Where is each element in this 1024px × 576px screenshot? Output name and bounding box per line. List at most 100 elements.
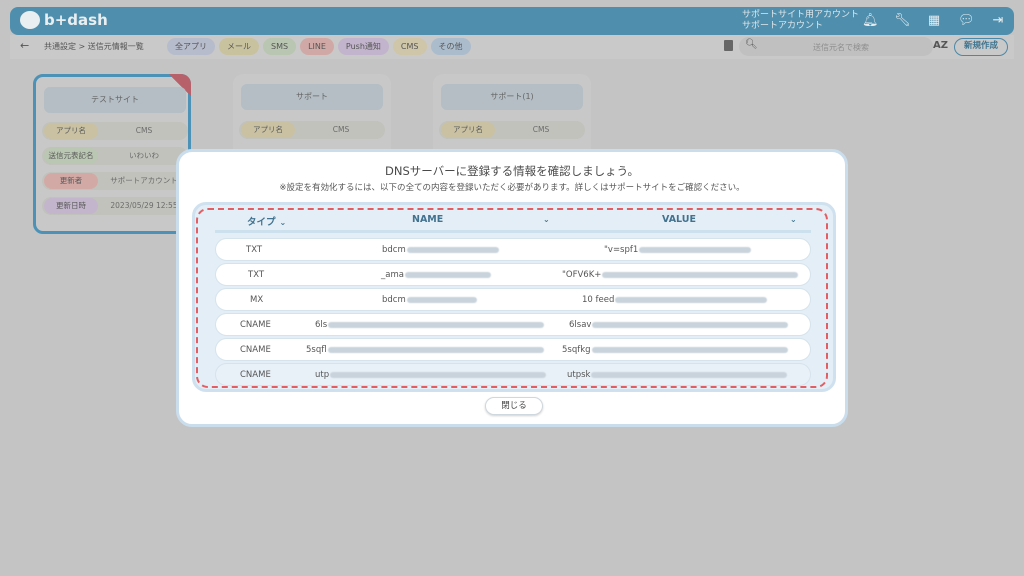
- dns-type: CNAME: [240, 345, 271, 355]
- dns-name: utp: [315, 370, 330, 380]
- card-title: テストサイト: [44, 87, 186, 113]
- dns-type: MX: [250, 295, 264, 305]
- dns-value: "v=spf1: [604, 245, 639, 255]
- redacted-value: [591, 346, 788, 353]
- dns-info-modal: DNSサーバーに登録する情報を確認しましょう。 ※設定を有効化するには、以下の全…: [176, 149, 848, 427]
- column-header-value[interactable]: VALUE: [662, 214, 696, 225]
- dns-type: CNAME: [240, 320, 271, 330]
- card-row-value: CMS: [532, 125, 550, 134]
- dns-row[interactable]: TXT _ama "OFV6K+: [215, 263, 811, 286]
- modal-subtitle: ※設定を有効化するには、以下の全ての内容を登録いただく必要があります。詳しくはサ…: [279, 183, 745, 193]
- column-header-label: NAME: [412, 214, 444, 225]
- redacted-value: [592, 321, 789, 328]
- card-row-label: アプリ名: [441, 122, 495, 138]
- card-row-value: CMS: [332, 125, 350, 134]
- redacted-value: [406, 246, 499, 253]
- dns-type: TXT: [248, 270, 265, 280]
- account-site-name: サポートサイト用アカウント: [742, 10, 860, 20]
- dns-name: _ama: [381, 270, 404, 280]
- logo-bubble-icon: [20, 11, 40, 29]
- search-placeholder: 送信元名で検索: [813, 43, 869, 52]
- dns-row[interactable]: TXT bdcm "v=spf1: [215, 238, 811, 261]
- modal-title: DNSサーバーに登録する情報を確認しましょう。: [385, 164, 639, 178]
- sort-value-button[interactable]: ⌄: [786, 214, 797, 225]
- card-title: サポート: [241, 84, 383, 110]
- card-row-sender-name: 送信元表記名 いわいわ: [42, 147, 188, 165]
- wrench-icon[interactable]: 🔧︎: [894, 13, 911, 29]
- card-title: サポート(1): [441, 84, 583, 110]
- card-row-value: CMS: [135, 126, 153, 135]
- card-row-value: いわいわ: [129, 151, 159, 160]
- dns-type: TXT: [246, 245, 263, 255]
- dns-type: CNAME: [240, 370, 271, 380]
- filter-chip-sms[interactable]: SMS: [263, 38, 297, 55]
- back-arrow-icon[interactable]: ←: [20, 39, 29, 52]
- sub-navigation: ← 共通設定 > 送信元情報一覧 全アプリ メール SMS LINE Push通…: [10, 35, 1014, 59]
- close-button[interactable]: 閉じる: [485, 397, 543, 415]
- card-row-label: アプリ名: [241, 122, 295, 138]
- filter-chip-other[interactable]: その他: [430, 38, 471, 55]
- dns-name: bdcm: [382, 295, 406, 305]
- dns-row[interactable]: MX bdcm 10 feed: [215, 288, 811, 311]
- card-row-label: 更新者: [44, 173, 98, 189]
- header-divider: [215, 230, 811, 233]
- card-row-value: サポートアカウント: [110, 176, 178, 185]
- new-create-button[interactable]: 新規作成: [954, 38, 1008, 56]
- card-row-updated-at: 更新日時 2023/05/29 12:55: [42, 197, 188, 215]
- card-row-label: 更新日時: [44, 198, 98, 214]
- redacted-value: [330, 371, 547, 378]
- dns-value: 5sqfkg: [562, 345, 591, 355]
- sender-card[interactable]: テストサイト アプリ名 CMS 送信元表記名 いわいわ 更新者 サポートアカウン…: [33, 74, 191, 234]
- card-row-app: アプリ名 CMS: [42, 122, 188, 140]
- card-row-app: アプリ名 CMS: [439, 121, 585, 139]
- bell-icon[interactable]: 🔔︎: [862, 13, 879, 29]
- chat-icon[interactable]: 💬︎: [958, 13, 975, 29]
- search-icon: 🔍︎: [745, 39, 758, 50]
- redacted-value: [406, 296, 477, 303]
- trash-icon[interactable]: [724, 40, 733, 51]
- breadcrumb: 共通設定 > 送信元情報一覧: [44, 42, 144, 51]
- account-user-name: サポートアカウント: [742, 21, 824, 31]
- card-row-label: 送信元表記名: [44, 148, 98, 164]
- chevron-down-icon: ⌄: [790, 215, 797, 224]
- chevron-down-icon: ⌄: [279, 218, 287, 227]
- card-row-label: アプリ名: [44, 123, 98, 139]
- dns-value: 10 feed: [582, 295, 615, 305]
- sort-az-button[interactable]: AZ: [933, 40, 948, 51]
- dns-value: 6lsav: [569, 320, 592, 330]
- column-header-label: タイプ: [247, 217, 276, 228]
- filter-chip-line[interactable]: LINE: [300, 38, 334, 55]
- filter-chip-mail[interactable]: メール: [219, 38, 259, 55]
- dns-row[interactable]: CNAME utp utpsk: [215, 363, 811, 386]
- dns-name: bdcm: [382, 245, 406, 255]
- dns-row[interactable]: CNAME 6ls 6lsav: [215, 313, 811, 336]
- filter-chip-all[interactable]: 全アプリ: [167, 38, 215, 55]
- column-header-label: VALUE: [662, 214, 696, 225]
- dns-value: utpsk: [567, 370, 591, 380]
- chevron-down-icon: ⌄: [543, 215, 550, 224]
- dns-name: 5sqfl: [306, 345, 327, 355]
- grid-icon[interactable]: ▦: [926, 13, 942, 29]
- redacted-value: [602, 271, 799, 278]
- dns-name: 6ls: [315, 320, 328, 330]
- redacted-value: [615, 296, 768, 303]
- redacted-value: [327, 346, 544, 353]
- filter-chip-push[interactable]: Push通知: [337, 38, 389, 55]
- logout-icon[interactable]: ⇥: [990, 13, 1006, 29]
- redacted-value: [404, 271, 491, 278]
- dns-table-header: タイプ ⌄ NAME ⌄ VALUE ⌄: [200, 212, 814, 230]
- dns-value: "OFV6K+: [562, 270, 602, 280]
- redacted-value: [328, 321, 545, 328]
- filter-chips: 全アプリ メール SMS LINE Push通知 CMS その他: [167, 38, 471, 55]
- redacted-value: [639, 246, 752, 253]
- app-logo[interactable]: b+dash: [20, 11, 108, 29]
- account-info[interactable]: サポートサイト用アカウント サポートアカウント: [742, 10, 859, 32]
- column-header-name[interactable]: NAME: [412, 214, 443, 225]
- sort-name-button[interactable]: ⌄: [539, 214, 550, 225]
- app-header: b+dash サポートサイト用アカウント サポートアカウント 🔔︎ 🔧︎ ▦ 💬…: [10, 7, 1014, 35]
- filter-chip-cms[interactable]: CMS: [392, 38, 427, 55]
- dns-row[interactable]: CNAME 5sqfl 5sqfkg: [215, 338, 811, 361]
- column-header-type[interactable]: タイプ ⌄: [247, 214, 286, 228]
- search-input[interactable]: 🔍︎ 送信元名で検索: [739, 37, 933, 56]
- card-row-updater: 更新者 サポートアカウント: [42, 172, 188, 190]
